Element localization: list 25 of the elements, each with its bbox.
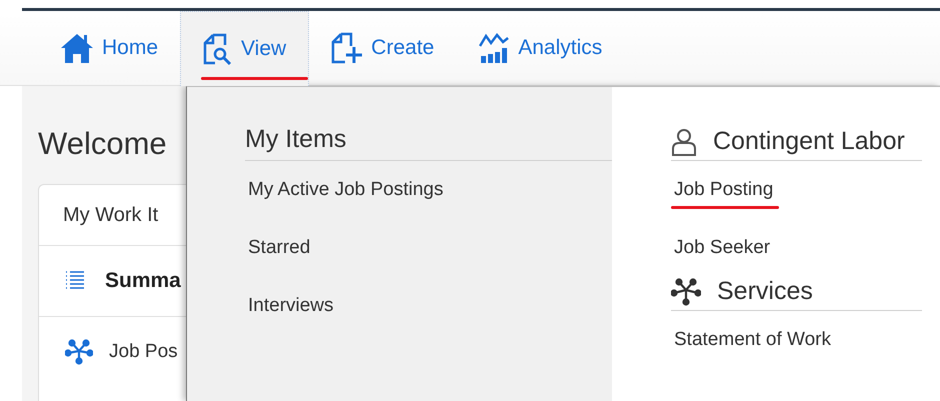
- nav-tab[interactable]: Home: [38, 11, 180, 85]
- nav-tab[interactable]: View: [180, 10, 310, 86]
- home-icon: [60, 32, 94, 64]
- network-icon: [65, 339, 93, 365]
- menu-link[interactable]: Job Seeker: [671, 219, 776, 277]
- person-icon: [671, 128, 697, 156]
- menu-link[interactable]: Job Posting: [671, 161, 780, 219]
- menu-link[interactable]: Statement of Work: [671, 311, 837, 369]
- nav-tab[interactable]: Analytics: [456, 11, 624, 85]
- page-title: Welcome: [38, 126, 168, 162]
- section-heading: Services: [717, 277, 813, 306]
- network-icon: [671, 278, 701, 306]
- menu-item[interactable]: My Active Job Postings: [245, 161, 612, 219]
- menu-item[interactable]: Interviews: [245, 277, 612, 335]
- document-search-icon: [203, 32, 234, 64]
- summary-heading: Summa: [105, 269, 181, 293]
- list-icon: [65, 270, 85, 292]
- section-heading: My Items: [245, 125, 612, 161]
- section-heading: Contingent Labor: [713, 127, 905, 156]
- card-title: My Work It: [63, 204, 158, 226]
- work-item-label: Job Pos: [109, 341, 178, 363]
- document-plus-icon: [331, 32, 364, 64]
- chart-icon: [478, 32, 510, 64]
- menu-item[interactable]: Starred: [245, 219, 612, 277]
- nav-tab[interactable]: Create: [309, 11, 456, 85]
